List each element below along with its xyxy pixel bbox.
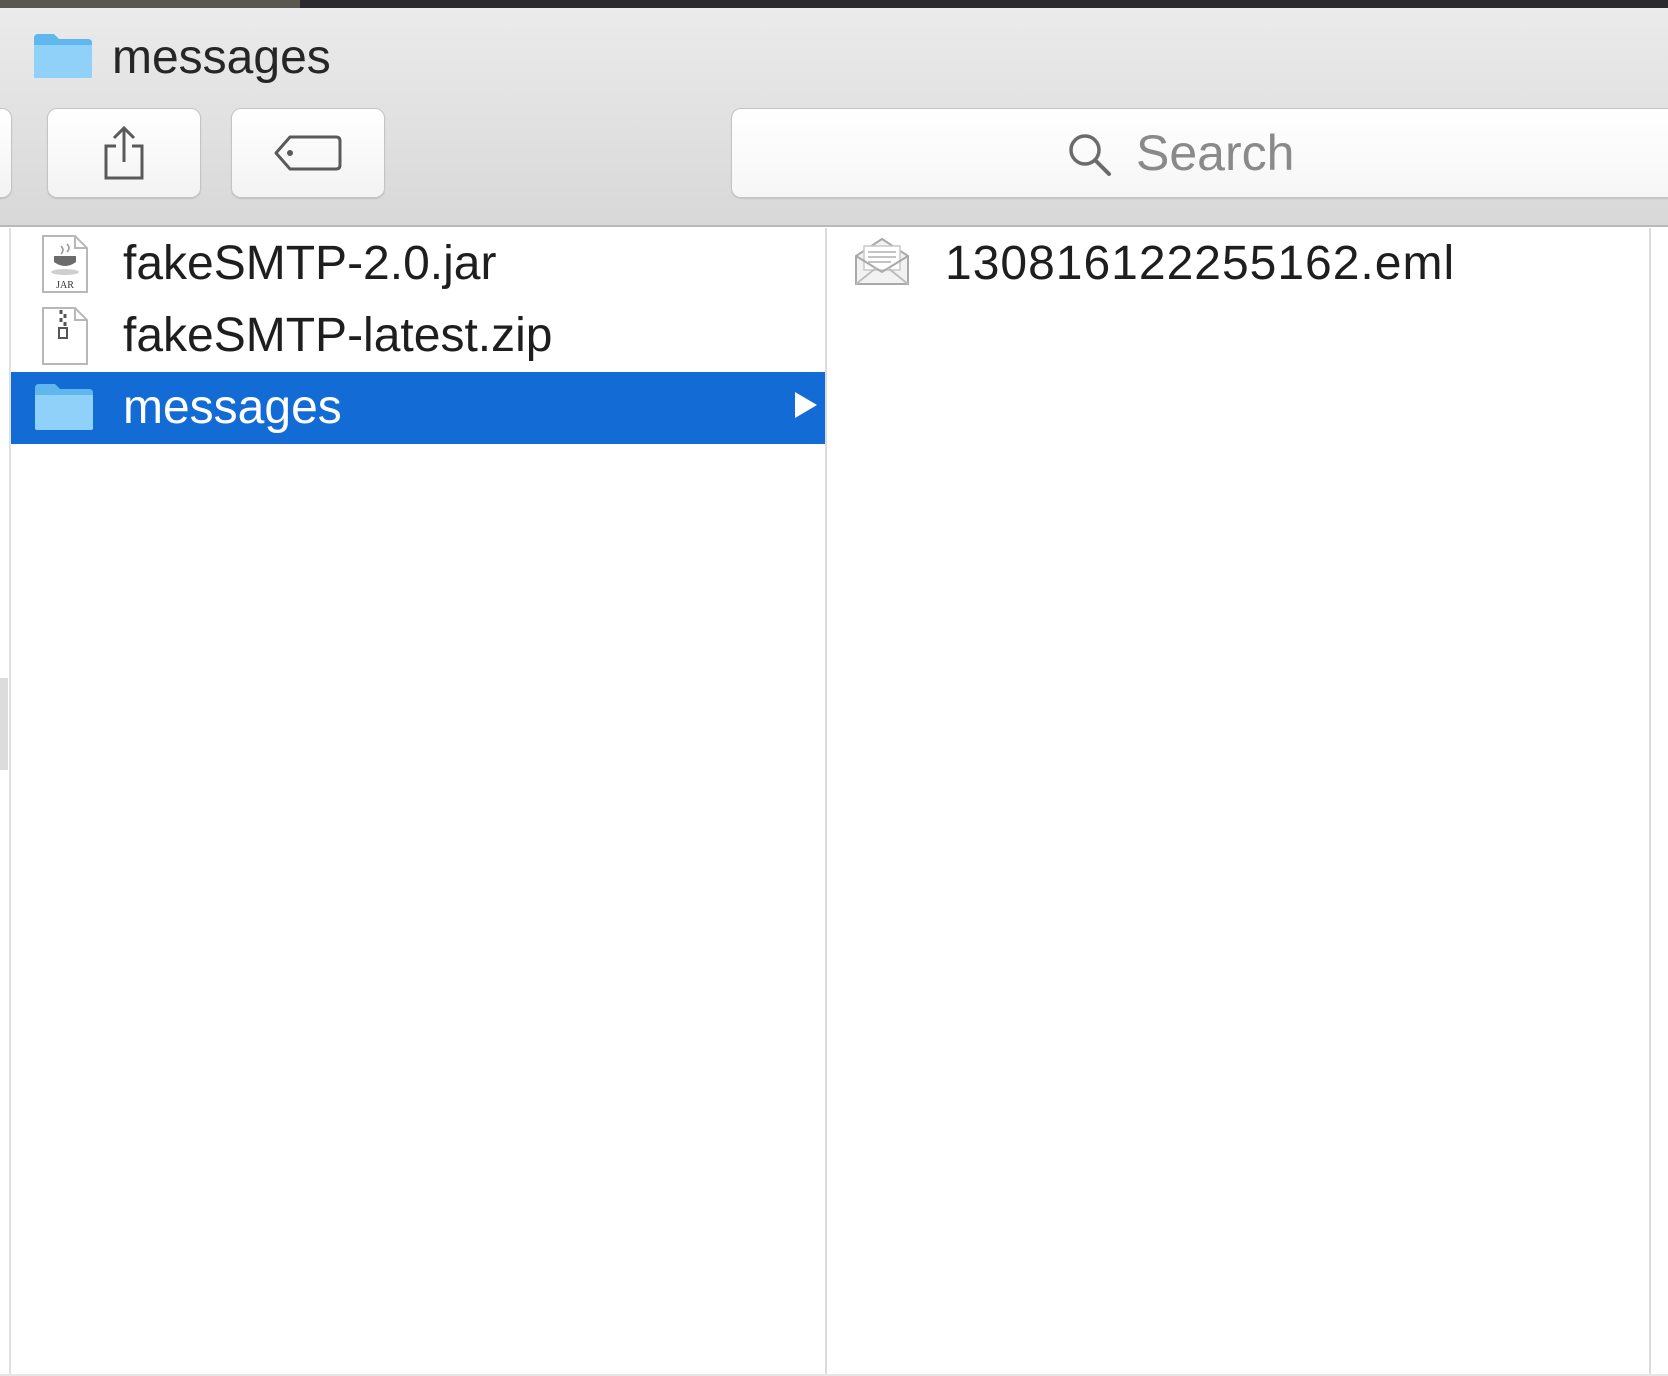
file-name: 130816122255162.eml (945, 237, 1456, 290)
finder-toolbar: messages Search (0, 8, 1668, 227)
window-title: messages (112, 31, 331, 84)
column-browser: JAR fakeSMTP-2.0.jar fakeSMTP-latest.zip (0, 228, 1668, 1376)
list-item[interactable]: JAR fakeSMTP-2.0.jar (11, 228, 825, 300)
tag-button[interactable] (231, 108, 385, 198)
disclosure-arrow-icon (795, 392, 817, 418)
toolbar-partial-button[interactable] (0, 108, 12, 198)
file-name: fakeSMTP-latest.zip (123, 309, 553, 362)
column-messages: 130816122255162.eml (829, 228, 1651, 1376)
svg-text:JAR: JAR (56, 280, 74, 291)
previous-column-edge (0, 228, 11, 1376)
list-item[interactable]: 130816122255162.eml (829, 228, 1649, 300)
folder-icon (34, 34, 92, 78)
finder-window: messages Search JAR fakeSMTP-2.0.jar fak… (0, 0, 1668, 1376)
share-button[interactable] (47, 108, 201, 198)
top-strip-segment (0, 0, 300, 8)
email-file-icon (855, 237, 909, 285)
column-resize-handle[interactable] (0, 678, 8, 770)
top-strip (0, 0, 1668, 8)
list-item-selected[interactable]: messages (11, 372, 825, 444)
folder-name: messages (123, 381, 342, 434)
zip-file-icon (42, 307, 88, 365)
search-icon (1069, 134, 1111, 176)
column-files: JAR fakeSMTP-2.0.jar fakeSMTP-latest.zip (11, 228, 827, 1376)
tag-icon (274, 135, 342, 171)
list-item[interactable]: fakeSMTP-latest.zip (11, 300, 825, 372)
file-name: fakeSMTP-2.0.jar (123, 237, 497, 290)
search-placeholder: Search (1136, 125, 1295, 181)
search-input[interactable]: Search (731, 108, 1668, 198)
jar-file-icon: JAR (42, 235, 88, 293)
folder-icon (35, 384, 93, 430)
share-icon (104, 125, 144, 180)
column-next-edge (1653, 228, 1668, 1376)
